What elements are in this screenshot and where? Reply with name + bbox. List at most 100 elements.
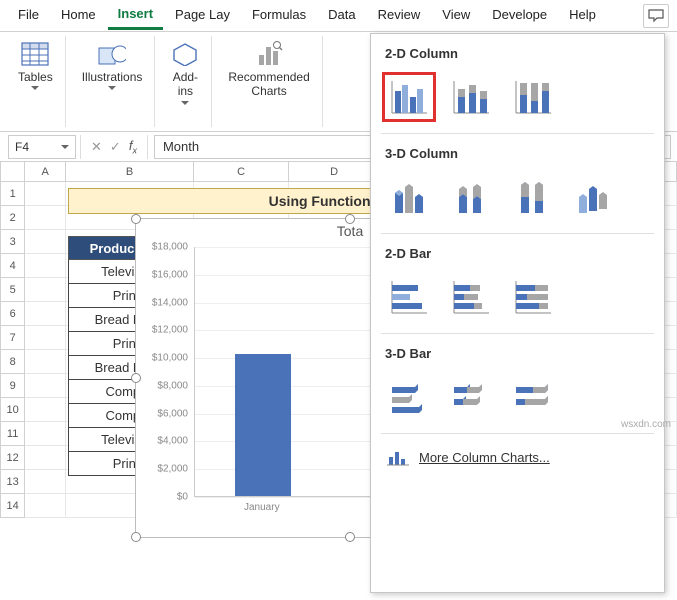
stacked-100-bar-option[interactable]: [511, 277, 555, 317]
col-A[interactable]: A: [25, 162, 66, 182]
3d-column-option[interactable]: [573, 177, 617, 217]
tab-help[interactable]: Help: [559, 3, 606, 28]
y-tick: $16,000: [152, 269, 188, 280]
cell[interactable]: [25, 206, 66, 230]
stacked-bar-option[interactable]: [449, 277, 493, 317]
3d-stacked-bar-option[interactable]: [449, 377, 493, 417]
stacked100-column-icon: [513, 79, 553, 115]
tab-view[interactable]: View: [432, 3, 480, 28]
select-all-corner[interactable]: [0, 162, 25, 182]
3d-stacked-100-bar-option[interactable]: [511, 377, 555, 417]
cell[interactable]: [25, 374, 66, 398]
ribbon-tabs: File Home Insert Page Lay Formulas Data …: [0, 0, 677, 32]
shapes-icon: [98, 40, 126, 68]
cell[interactable]: [25, 182, 66, 206]
dd-section-title: 2-D Column: [385, 40, 652, 67]
chart-bar[interactable]: [235, 354, 291, 496]
cell[interactable]: [25, 254, 66, 278]
more-column-charts-button[interactable]: More Column Charts...: [385, 440, 652, 474]
row-header[interactable]: 9: [0, 374, 25, 398]
row-header[interactable]: 8: [0, 350, 25, 374]
3d-stacked-column-option[interactable]: [449, 177, 493, 217]
tab-formulas[interactable]: Formulas: [242, 3, 316, 28]
3d-stacked-100-column-option[interactable]: [511, 177, 555, 217]
dd-section-3d-column: 3-D Column: [371, 134, 664, 233]
row-header[interactable]: 14: [0, 494, 25, 518]
y-tick: $14,000: [152, 297, 188, 308]
resize-handle[interactable]: [131, 373, 141, 383]
comment-icon: [648, 9, 664, 23]
y-tick: $18,000: [152, 242, 188, 253]
tab-page-layout[interactable]: Page Lay: [165, 3, 240, 28]
dd-section-title: 3-D Column: [385, 140, 652, 167]
tab-insert[interactable]: Insert: [108, 2, 163, 30]
tab-developer[interactable]: Develope: [482, 3, 557, 28]
cell[interactable]: [25, 278, 66, 302]
recommended-charts-icon: [255, 40, 283, 68]
cell[interactable]: [25, 422, 66, 446]
stacked-column-option[interactable]: [449, 77, 493, 117]
row-header[interactable]: 10: [0, 398, 25, 422]
resize-handle[interactable]: [345, 214, 355, 224]
row-header[interactable]: 13: [0, 470, 25, 494]
comments-button[interactable]: [643, 4, 669, 28]
addins-icon: [171, 40, 199, 68]
clustered-bar-option[interactable]: [387, 277, 431, 317]
3d-clustered-column-option[interactable]: [387, 177, 431, 217]
watermark: wsxdn.com: [621, 419, 671, 430]
stacked-100-column-option[interactable]: [511, 77, 555, 117]
tables-label: Tables: [18, 70, 53, 84]
clustered-column-option[interactable]: [387, 77, 431, 117]
recommended-charts-label: Recommended Charts: [228, 70, 309, 99]
cell[interactable]: [25, 230, 66, 254]
recommended-charts-button[interactable]: Recommended Charts: [224, 38, 313, 101]
tables-button[interactable]: Tables: [14, 38, 57, 92]
resize-handle[interactable]: [345, 532, 355, 542]
col-D[interactable]: D: [289, 162, 380, 182]
chart-x-tick: January: [244, 502, 280, 513]
3d-col-100-icon: [513, 179, 553, 215]
3d-clustered-bar-option[interactable]: [387, 377, 431, 417]
tab-data[interactable]: Data: [318, 3, 365, 28]
resize-handle[interactable]: [131, 532, 141, 542]
cell[interactable]: [25, 494, 66, 518]
tab-file[interactable]: File: [8, 3, 49, 28]
col-C[interactable]: C: [194, 162, 289, 182]
illustrations-button[interactable]: Illustrations: [78, 38, 147, 92]
row-header[interactable]: 7: [0, 326, 25, 350]
tab-review[interactable]: Review: [368, 3, 431, 28]
col-B[interactable]: B: [66, 162, 194, 182]
row-header[interactable]: 4: [0, 254, 25, 278]
chevron-down-icon: [108, 86, 116, 90]
addins-button[interactable]: Add- ins: [167, 38, 203, 107]
cell[interactable]: [25, 350, 66, 374]
tab-home[interactable]: Home: [51, 3, 106, 28]
resize-handle[interactable]: [131, 214, 141, 224]
formula-value: Month: [163, 139, 199, 154]
row-header[interactable]: 12: [0, 446, 25, 470]
name-box[interactable]: F4: [8, 135, 76, 159]
dd-section-title: 3-D Bar: [385, 340, 652, 367]
cancel-formula-icon[interactable]: ✕: [91, 139, 102, 155]
row-header[interactable]: 11: [0, 422, 25, 446]
cell[interactable]: [25, 326, 66, 350]
row-header[interactable]: 2: [0, 206, 25, 230]
cell[interactable]: [25, 470, 66, 494]
dd-section-title: 2-D Bar: [385, 240, 652, 267]
cell[interactable]: [25, 446, 66, 470]
3d-col-icon: [389, 179, 429, 215]
cell[interactable]: [25, 302, 66, 326]
row-header[interactable]: 5: [0, 278, 25, 302]
enter-formula-icon[interactable]: ✓: [110, 139, 121, 155]
row-header[interactable]: 6: [0, 302, 25, 326]
cell[interactable]: [25, 398, 66, 422]
chevron-down-icon: [61, 145, 69, 149]
row-header[interactable]: 1: [0, 182, 25, 206]
3d-bar-stack-icon: [451, 379, 491, 415]
fx-icon[interactable]: fx: [129, 138, 137, 156]
y-tick: $10,000: [152, 353, 188, 364]
row-header[interactable]: 3: [0, 230, 25, 254]
clustered-column-icon: [389, 79, 429, 115]
bar-100-icon: [513, 279, 553, 315]
y-tick: $2,000: [157, 464, 188, 475]
